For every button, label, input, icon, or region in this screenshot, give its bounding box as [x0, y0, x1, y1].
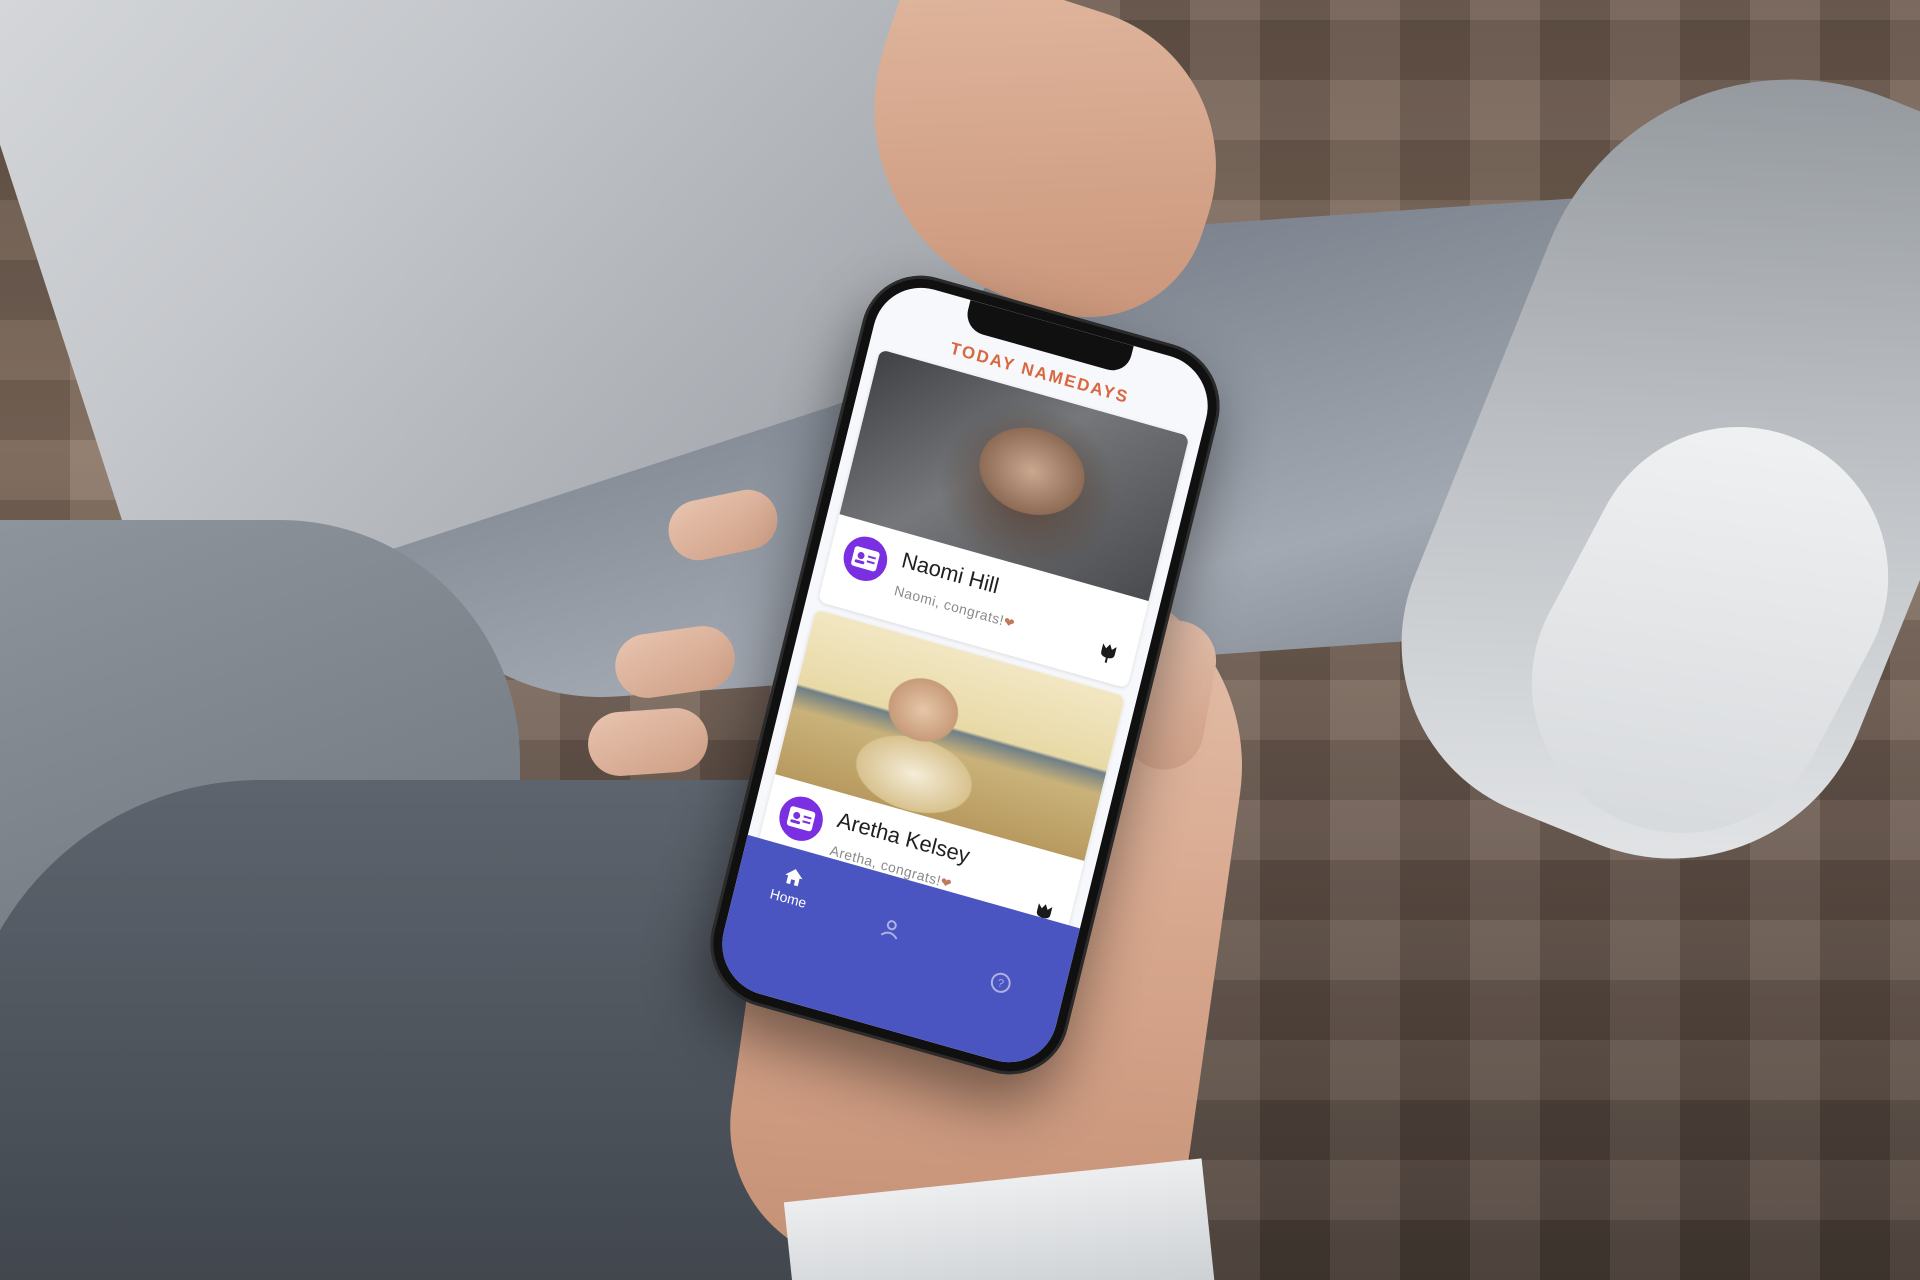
tab-home-label: Home [768, 885, 809, 911]
heart-emoji-icon: ❤ [1002, 613, 1017, 632]
tab-profile[interactable] [875, 914, 905, 948]
finger [585, 705, 711, 779]
id-card-icon [774, 791, 828, 847]
congrats-message: Naomi, congrats!❤ [892, 582, 1017, 632]
tab-help[interactable]: ? [985, 968, 1015, 1002]
svg-text:?: ? [996, 977, 1005, 990]
profile-icon [880, 920, 898, 940]
tab-home[interactable]: Home [768, 862, 813, 911]
tulip-icon[interactable] [1095, 639, 1121, 666]
help-icon: ? [990, 972, 1011, 993]
home-icon [784, 869, 803, 887]
id-card-icon [839, 531, 892, 587]
